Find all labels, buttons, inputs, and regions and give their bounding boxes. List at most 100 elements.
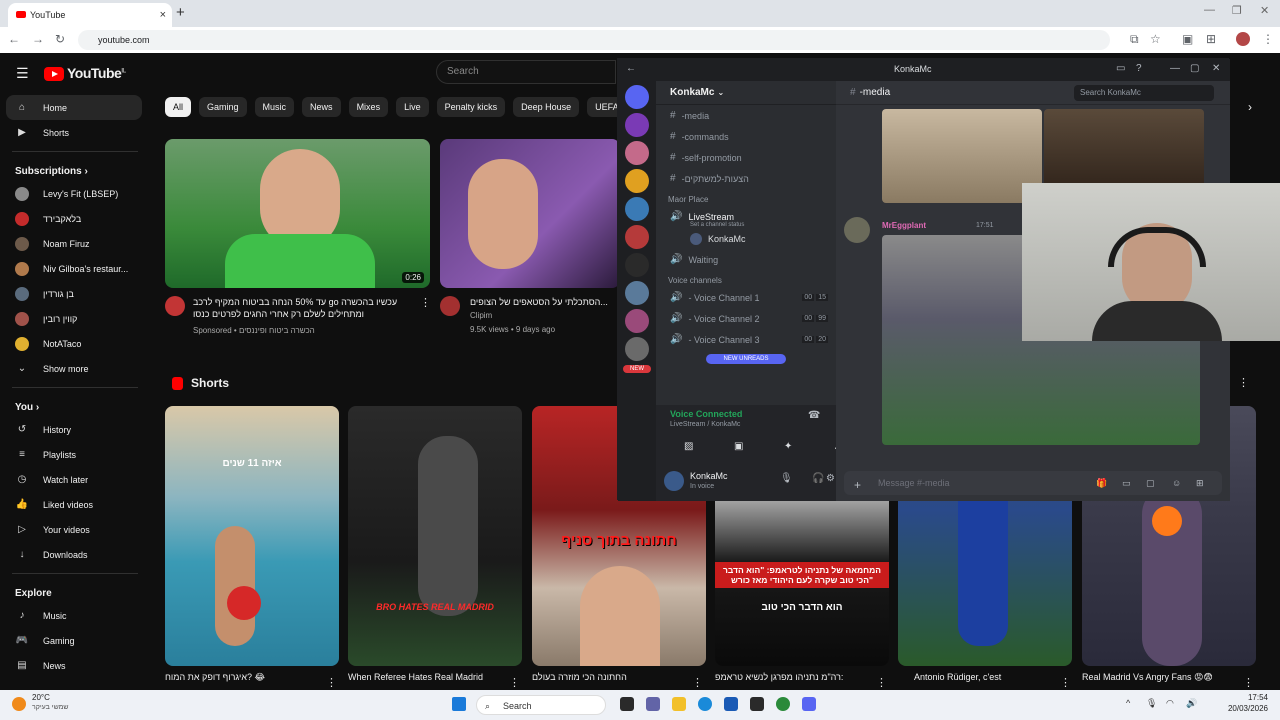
inbox-icon[interactable]: ▭ [1116, 63, 1125, 74]
subscription-item[interactable]: קווין רובין [0, 306, 150, 331]
user-avatar[interactable] [664, 471, 684, 491]
clock-time[interactable]: 17:54 [1210, 693, 1268, 702]
filter-chip[interactable]: Penalty kicks [436, 97, 506, 117]
youtube-logo[interactable]: YouTubeIL [44, 65, 126, 82]
hamburger-menu-icon[interactable]: ☰ [16, 65, 29, 82]
subscription-item[interactable]: Noam Firuz [0, 231, 150, 256]
server-icon[interactable] [625, 113, 649, 137]
short-title[interactable]: Real Madrid Vs Angry Fans 😡😨 [1082, 672, 1242, 683]
message-input[interactable]: Message #-media [844, 471, 1222, 495]
message-author[interactable]: MrEggplant [882, 221, 926, 230]
shorts-more-icon[interactable]: ⋮ [1238, 376, 1249, 389]
camera-off-icon[interactable]: ▨ [684, 441, 693, 452]
short-title[interactable]: איגרוף דופק את המוח? 😂 [165, 672, 325, 683]
forward-icon[interactable]: → [32, 32, 44, 46]
video-title[interactable]: עד 50% הנחה בביטוח המקיף לרכב go עכשיו ב… [193, 296, 415, 320]
filter-chip[interactable]: Live [396, 97, 429, 117]
text-channel[interactable]: # -commands [656, 126, 836, 147]
close-window-button[interactable]: ✕ [1260, 4, 1269, 17]
discord-home-icon[interactable] [625, 85, 649, 109]
disconnect-icon[interactable]: ☎ [808, 410, 820, 421]
chrome-icon[interactable] [776, 697, 790, 711]
activities-icon[interactable]: ✦ [784, 441, 792, 452]
help-icon[interactable]: ? [1136, 63, 1142, 74]
screen-share-icon[interactable]: ▣ [734, 441, 743, 452]
monkey-image[interactable] [882, 109, 1042, 203]
sidebar-item-watch-later[interactable]: ◷ Watch later [0, 467, 150, 492]
discord-maximize-button[interactable]: ▢ [1190, 63, 1199, 74]
discord-minimize-button[interactable]: — [1170, 63, 1180, 74]
wifi-icon[interactable]: ◠ [1166, 698, 1174, 709]
back-icon[interactable]: ← [626, 63, 636, 74]
server-icon[interactable] [625, 141, 649, 165]
sidebar-item-home[interactable]: ⌂ Home [6, 95, 142, 120]
server-icon[interactable] [625, 281, 649, 305]
system-tray-chevron-icon[interactable]: ^ [1126, 698, 1130, 708]
video-thumbnail[interactable]: 0:26 [165, 139, 430, 288]
subscription-item[interactable]: בלאקבירד [0, 206, 150, 231]
show-more-button[interactable]: ⌄ Show more [0, 356, 150, 381]
discord-close-button[interactable]: ✕ [1212, 63, 1220, 74]
sticker-icon[interactable]: ▢ [1146, 478, 1155, 489]
voice-channel[interactable]: 🔊 - Voice Channel 3 00 20 [656, 329, 836, 350]
server-icon[interactable] [625, 337, 649, 361]
apps-icon[interactable]: ⊞ [1196, 478, 1204, 489]
short-more-icon[interactable]: ⋮ [1060, 676, 1071, 689]
discord-search-input[interactable]: Search KonkaMc [1074, 85, 1214, 101]
category-voice-channels[interactable]: Voice channels [656, 270, 836, 287]
profile-avatar[interactable] [1236, 32, 1250, 46]
server-name-header[interactable]: KonkaMc ⌄ [656, 81, 836, 105]
filter-chip[interactable]: Mixes [348, 97, 389, 117]
filter-chip[interactable]: News [302, 97, 341, 117]
subscription-item[interactable]: Levy's Fit (LBSEP) [0, 181, 150, 206]
voice-channel[interactable]: 🔊 - Voice Channel 1 00 15 [656, 287, 836, 308]
browser-menu-icon[interactable]: ⋮ [1262, 32, 1274, 46]
minimize-window-button[interactable]: — [1204, 4, 1215, 16]
short-thumbnail[interactable]: איזה 11 שנים [165, 406, 339, 666]
server-icon[interactable] [625, 309, 649, 333]
obs-icon[interactable] [750, 697, 764, 711]
sidebar-item-music[interactable]: ♪ Music [0, 603, 150, 628]
sidebar-item-liked-videos[interactable]: 👍 Liked videos [0, 492, 150, 517]
filter-chip[interactable]: All [165, 97, 192, 117]
back-icon[interactable]: ← [8, 32, 20, 46]
filter-chip[interactable]: Music [254, 97, 295, 117]
video-thumbnail[interactable] [440, 139, 620, 288]
taskbar-search[interactable]: ⌕ Search [476, 695, 606, 715]
address-bar[interactable]: youtube.com [78, 30, 1110, 50]
subscription-item[interactable]: בן גורדין [0, 281, 150, 306]
edge-icon[interactable] [698, 697, 712, 711]
short-more-icon[interactable]: ⋮ [509, 676, 520, 689]
subscription-item[interactable]: Niv Gilboa's restaur... [0, 256, 150, 281]
chips-next-icon[interactable]: › [1248, 100, 1252, 114]
server-icon[interactable] [625, 197, 649, 221]
bookmark-star-icon[interactable]: ☆ [1150, 32, 1161, 46]
text-channel[interactable]: # -media [656, 105, 836, 126]
you-heading[interactable]: You › [0, 394, 150, 417]
sidebar-item-gaming[interactable]: 🎮 Gaming [0, 628, 150, 653]
video-channel[interactable]: Clipim [470, 311, 492, 320]
microphone-icon[interactable]: 🎙 [780, 473, 793, 484]
filter-chip[interactable]: Gaming [199, 97, 247, 117]
store-icon[interactable] [724, 697, 738, 711]
sidebar-item-playlists[interactable]: ≡ Playlists [0, 442, 150, 467]
task-view-icon[interactable] [620, 697, 634, 711]
new-unreads-pill[interactable]: NEW UNREADS [706, 354, 786, 364]
maximize-window-button[interactable]: ❐ [1232, 4, 1242, 17]
discord-taskbar-icon[interactable] [802, 697, 816, 711]
subscription-item[interactable]: NotATaco [0, 331, 150, 356]
close-tab-button[interactable]: × [160, 3, 166, 27]
short-title[interactable]: When Referee Hates Real Madrid [348, 672, 508, 682]
add-attachment-icon[interactable]: + [854, 478, 861, 492]
short-more-icon[interactable]: ⋮ [876, 676, 887, 689]
headphones-icon[interactable]: 🎧 [812, 473, 824, 484]
filter-chip[interactable]: Deep House [513, 97, 580, 117]
extensions-puzzle-icon[interactable]: ⊞ [1206, 32, 1216, 46]
channel-avatar[interactable] [440, 296, 460, 316]
server-icon[interactable] [625, 169, 649, 193]
weather-icon[interactable] [12, 697, 26, 711]
sidebar-item-downloads[interactable]: ↓ Downloads [0, 542, 150, 567]
teams-icon[interactable] [646, 697, 660, 711]
gift-icon[interactable]: 🎁 [1096, 478, 1107, 489]
start-button-windows-icon[interactable] [452, 697, 466, 711]
